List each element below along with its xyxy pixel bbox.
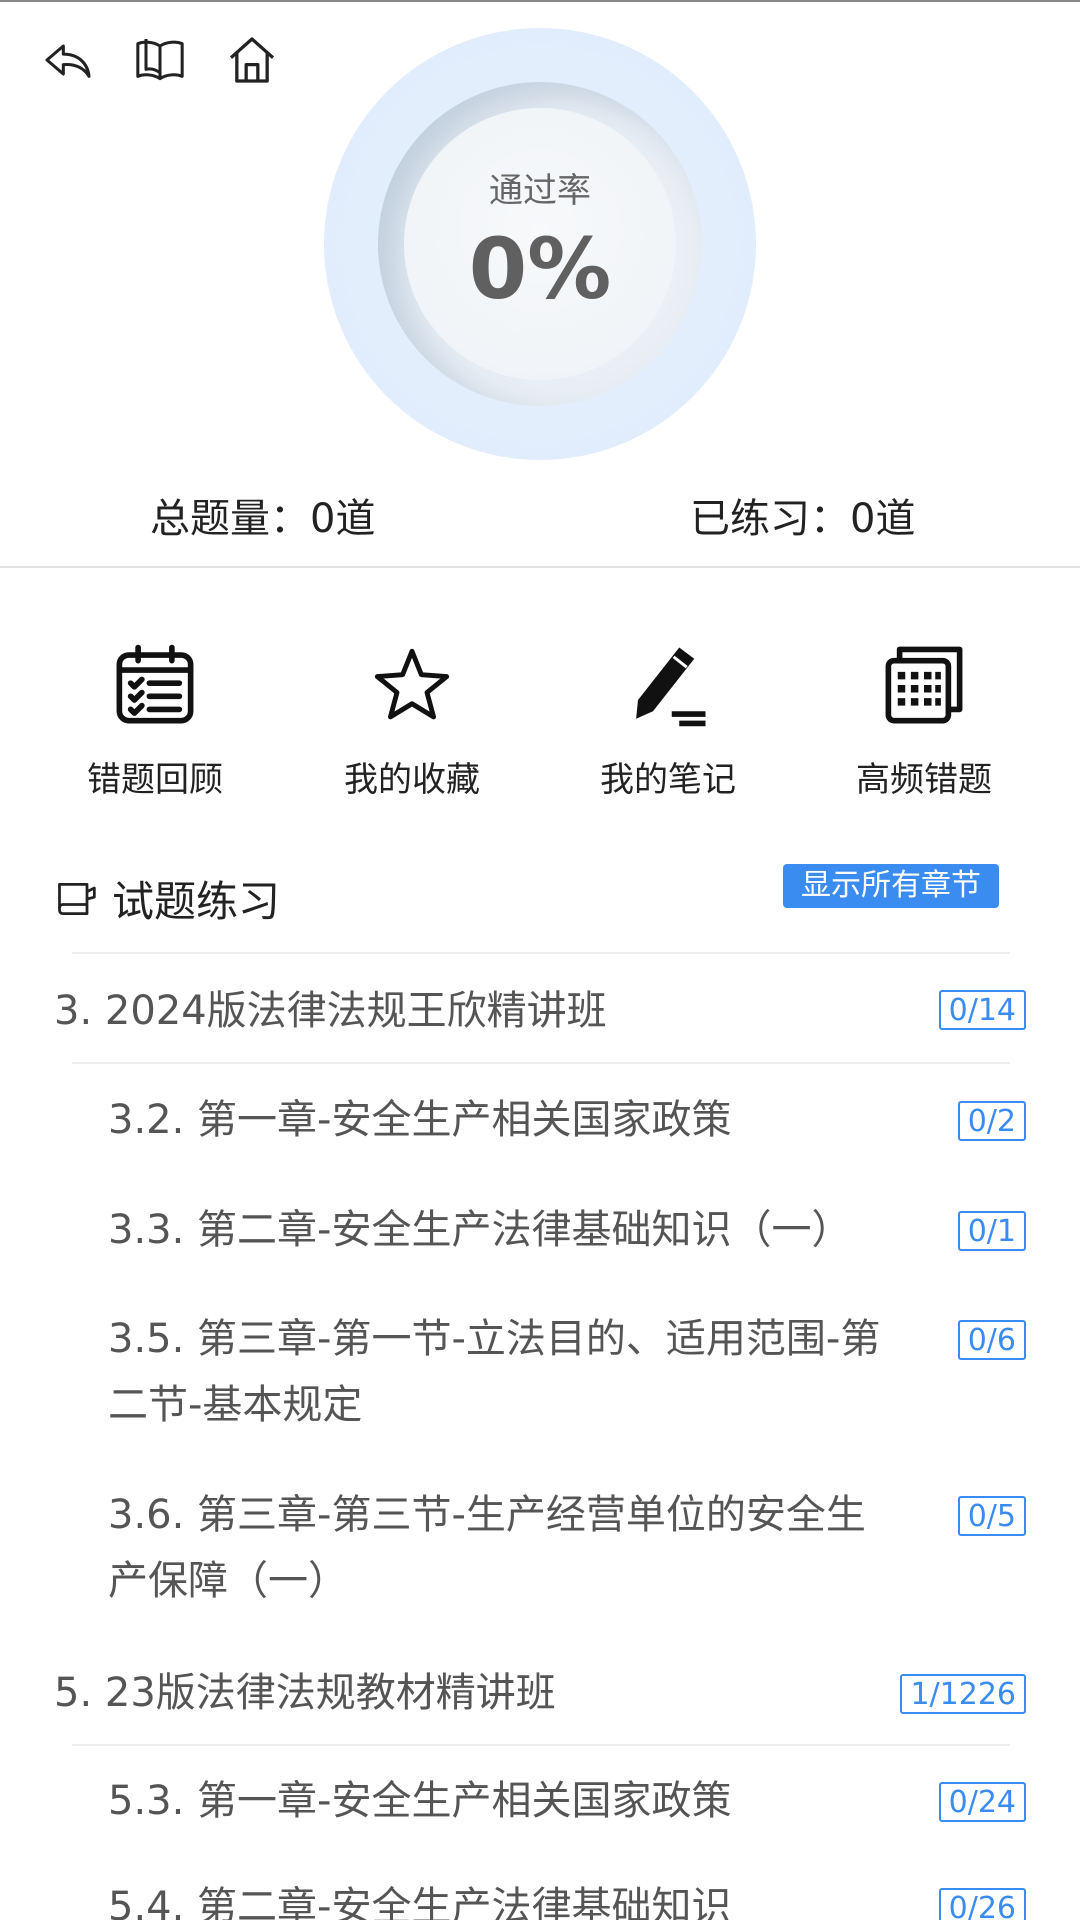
divider [72,952,1010,954]
quick-actions: 错题回顾 我的收藏 我的笔记 高频错题 [0,640,1080,800]
divider [72,1062,1010,1064]
list-item-title-line1: 3.5. 第三章-第一节-立法目的、适用范围-第 [108,1316,881,1362]
list-item[interactable]: 3.3. 第二章-安全生产法律基础知识（一） 0/1 [108,1197,1026,1263]
notebook-icon [58,882,96,915]
list-item[interactable]: 5.3. 第一章-安全生产相关国家政策 0/24 [108,1768,1026,1834]
progress-badge: 0/24 [938,1782,1026,1822]
home-button[interactable] [220,28,284,92]
list-item[interactable]: 3.5. 第三章-第一节-立法目的、适用范围-第 二节-基本规定 0/6 [108,1306,1026,1440]
list-item-title-line2: 二节-基本规定 [108,1382,363,1428]
progress-badge: 1/1226 [900,1674,1026,1714]
mistake-review-label: 错题回顾 [87,760,223,800]
frequent-mistakes-button[interactable]: 高频错题 [824,640,1024,801]
progress-badge: 0/5 [957,1496,1026,1536]
book-icon [136,39,184,81]
mistake-review-button[interactable]: 错题回顾 [55,640,255,801]
progress-badge: 0/26 [938,1888,1026,1920]
list-item[interactable]: 3. 2024版法律法规王欣精讲班 0/14 [54,978,1026,1044]
home-icon [229,37,275,83]
list-item[interactable]: 5. 23版法律法规教材精讲班 1/1226 [54,1660,1026,1726]
top-nav [36,30,284,90]
list-item-title-line2: 产保障（一） [108,1558,348,1604]
list-item[interactable]: 3.6. 第三章-第三节-生产经营单位的安全生 产保障（一） 0/5 [108,1482,1026,1616]
list-item-title: 5.4. 第二章-安全生产法律基础知识 [108,1884,732,1920]
book-button[interactable] [128,28,192,92]
list-item-title-line1: 3.6. 第三章-第三节-生产经营单位的安全生 [108,1492,866,1538]
stacked-grid-icon [885,646,963,724]
frequent-mistakes-label: 高频错题 [856,760,992,800]
my-favorites-label: 我的收藏 [344,760,480,800]
list-item-title: 3. 2024版法律法规王欣精讲班 [54,988,607,1034]
pass-rate-value: 0% [468,220,612,318]
list-item-title: 5.3. 第一章-安全生产相关国家政策 [108,1778,732,1824]
back-button[interactable] [36,28,100,92]
list-item-title: 3.2. 第一章-安全生产相关国家政策 [108,1097,732,1143]
list-item-title: 5. 23版法律法规教材精讲班 [54,1670,556,1716]
progress-badge: 0/1 [957,1211,1026,1251]
my-notes-label: 我的笔记 [600,760,736,800]
back-icon [45,44,91,78]
practiced-questions: 已练习：0道 [690,496,916,542]
list-item[interactable]: 3.2. 第一章-安全生产相关国家政策 0/2 [108,1087,1026,1153]
show-all-chapters-button[interactable]: 显示所有章节 [783,864,999,908]
practice-section-title: 试题练习 [112,877,281,926]
calendar-checklist-icon [116,644,194,724]
pass-rate-label: 通过率 [489,171,591,211]
total-questions: 总题量：0道 [150,496,376,542]
divider [72,1744,1010,1746]
top-rule [0,0,1080,2]
progress-badge: 0/2 [957,1101,1026,1141]
progress-badge: 0/14 [938,990,1026,1030]
pencil-note-icon [636,647,706,727]
practice-section-header: 试题练习 [54,868,280,929]
list-item-title: 3.3. 第二章-安全生产法律基础知识（一） [108,1207,852,1253]
star-icon [374,648,450,720]
my-notes-button[interactable]: 我的笔记 [568,640,768,801]
list-item[interactable]: 5.4. 第二章-安全生产法律基础知识 0/26 [108,1874,1026,1920]
progress-badge: 0/6 [957,1320,1026,1360]
my-favorites-button[interactable]: 我的收藏 [312,640,512,801]
divider [0,566,1080,568]
